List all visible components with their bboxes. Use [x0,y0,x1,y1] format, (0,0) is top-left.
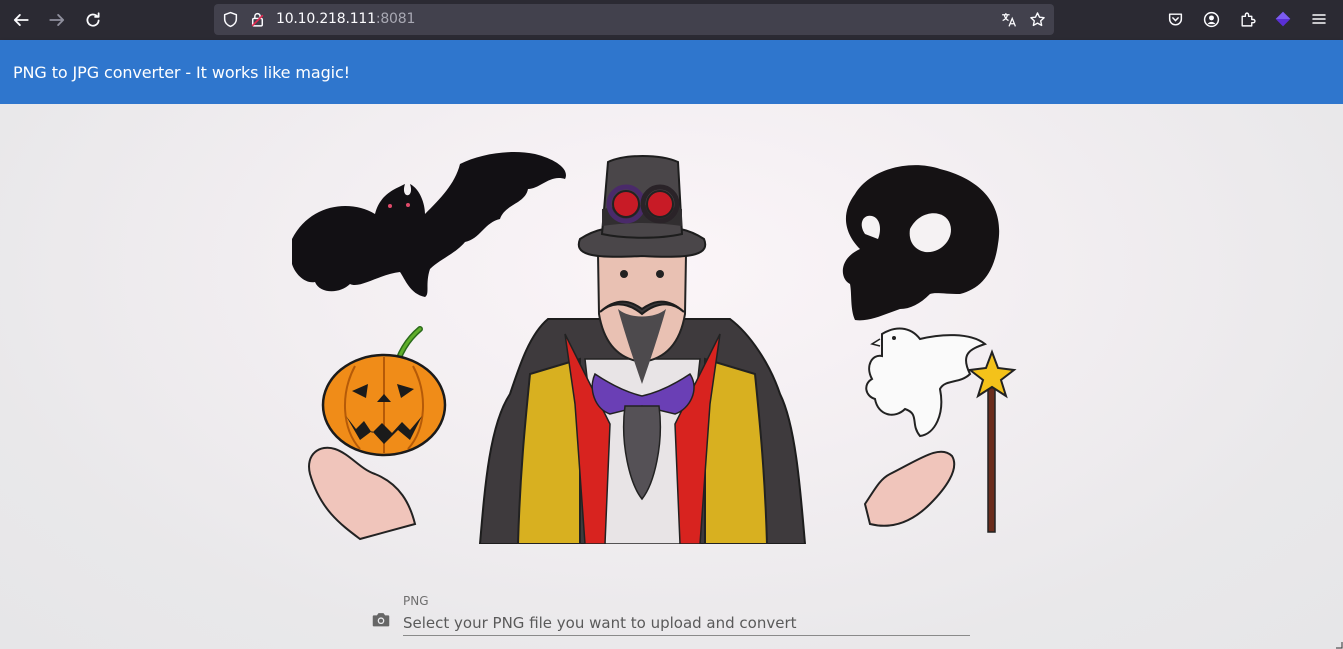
forward-icon [49,14,65,26]
hero-illustration [292,152,1017,544]
main-content: PNG [0,104,1343,649]
extensions-icon [1240,12,1256,27]
menu-icon [1312,14,1326,24]
extension-gem-button[interactable] [1273,9,1293,29]
png-file-input[interactable] [403,610,970,636]
url-bar[interactable]: 10.10.218.111:8081 [214,4,1054,35]
dove-illustration [865,327,988,438]
png-upload-field[interactable]: PNG [370,594,970,644]
star-icon[interactable] [1029,11,1046,28]
reload-icon [86,12,100,27]
url-text[interactable]: 10.10.218.111:8081 [276,11,415,27]
back-icon [13,14,29,26]
png-field-label: PNG [403,594,429,608]
back-button[interactable] [7,6,35,34]
skull-illustration [842,165,1000,321]
pumpkin-illustration [321,326,447,457]
menu-button[interactable] [1309,9,1329,29]
pocket-button[interactable] [1165,9,1185,29]
forward-button[interactable] [43,6,71,34]
account-button[interactable] [1201,9,1221,29]
app-bar: PNG to JPG converter - It works like mag… [0,40,1343,104]
translate-icon[interactable] [1000,11,1017,28]
shield-icon[interactable] [222,11,239,28]
url-port: :8081 [375,11,416,27]
camera-icon[interactable] [370,609,392,631]
pocket-icon [1168,12,1182,26]
url-host: 10.10.218.111 [276,11,376,27]
extension-gem-icon [1275,11,1291,27]
wand-illustration [967,349,1017,533]
reload-button[interactable] [79,6,107,34]
browser-toolbar: 10.10.218.111:8081 [0,0,1343,40]
extensions-button[interactable] [1237,9,1257,29]
resize-handle-icon[interactable] [1333,639,1343,649]
lock-icon[interactable] [249,11,266,28]
account-icon [1203,11,1219,27]
bat-illustration [292,152,566,297]
app-title: PNG to JPG converter - It works like mag… [13,63,350,82]
